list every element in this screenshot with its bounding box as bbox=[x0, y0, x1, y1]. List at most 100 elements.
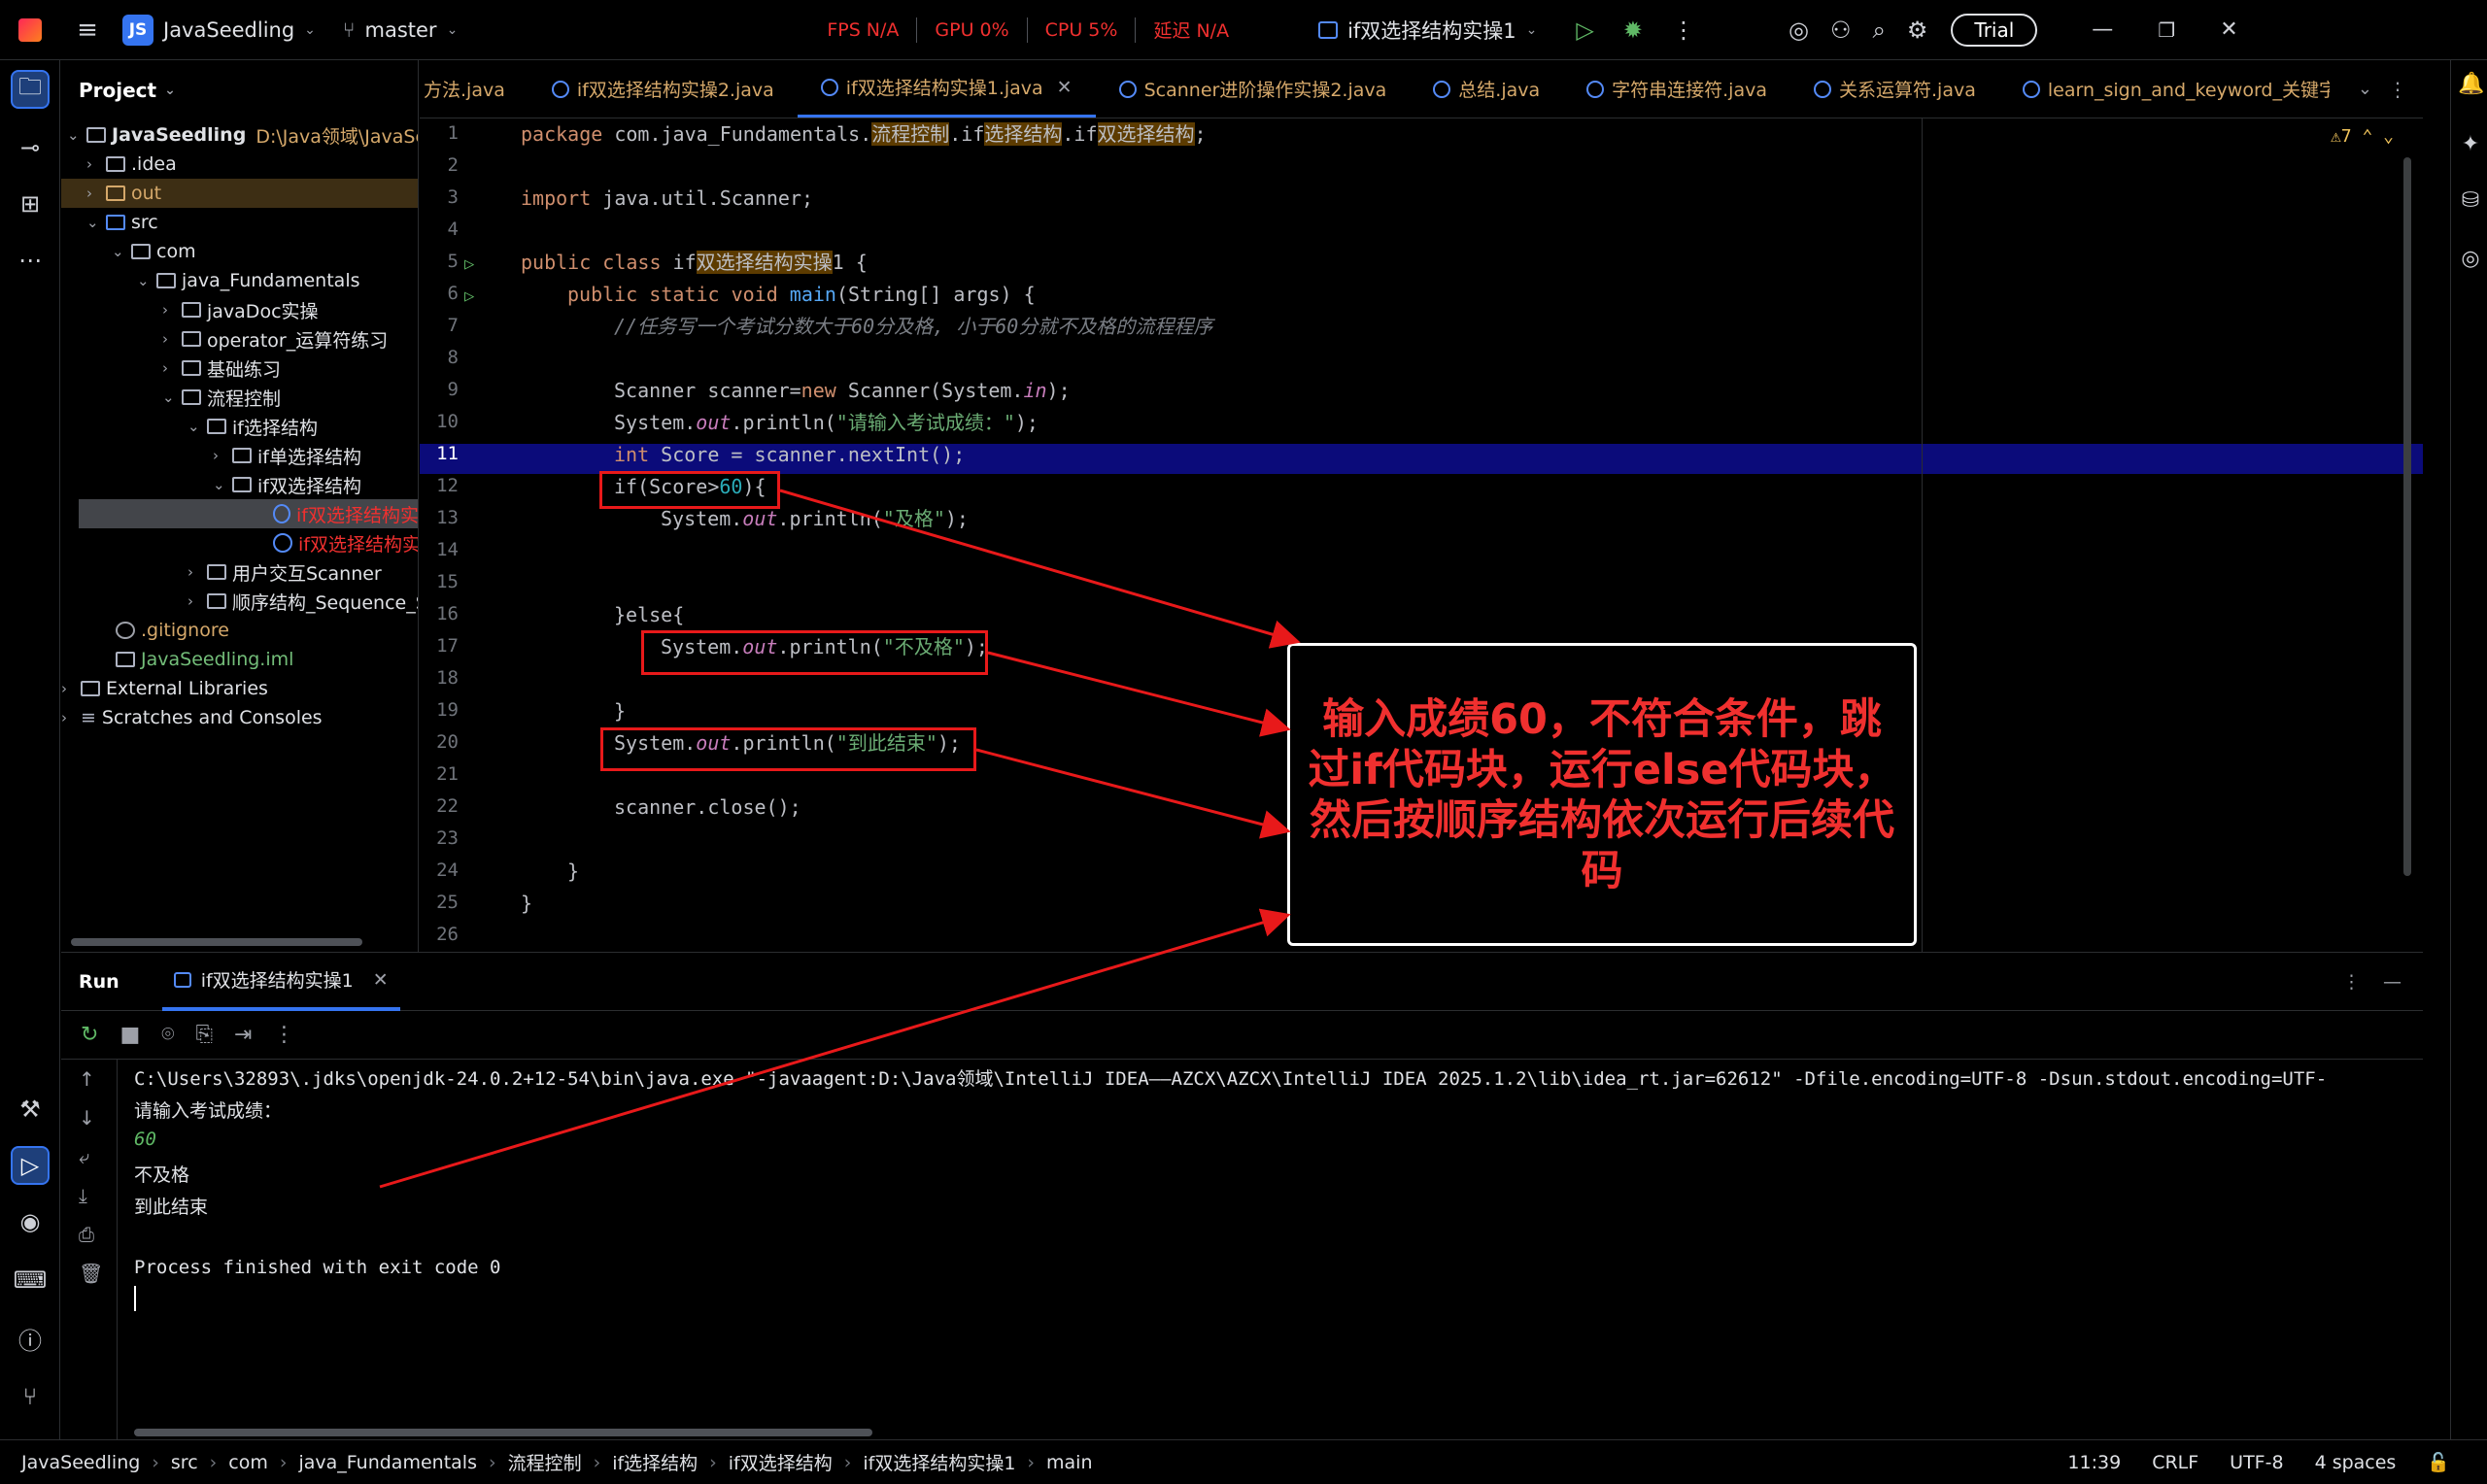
tree-item-src[interactable]: ⌄ src bbox=[86, 208, 158, 237]
run-gutter-icon[interactable]: ▷ bbox=[464, 254, 474, 274]
editor-vscrollbar[interactable] bbox=[2403, 157, 2411, 876]
tab-relational[interactable]: 关系运算符.java bbox=[1790, 60, 1999, 118]
tree-item-sequence[interactable]: › 顺序结构_Sequence_S bbox=[187, 587, 418, 616]
scroll-down-icon[interactable]: ↓ bbox=[79, 1106, 95, 1130]
breadcrumb-item[interactable]: if双选择结构实操1 bbox=[863, 1449, 1015, 1475]
run-panel-options-icon[interactable]: ⋮ bbox=[2342, 971, 2361, 993]
tree-item-external-libraries[interactable]: › External Libraries bbox=[61, 674, 268, 703]
tab-keyword[interactable]: learn_sign_and_keyword_关键字 bbox=[1999, 60, 2353, 118]
console-hscrollbar[interactable] bbox=[134, 1429, 872, 1436]
run-tool-icon[interactable]: ▷ bbox=[11, 1146, 50, 1185]
scroll-to-end-icon[interactable]: ⤓ bbox=[79, 1184, 87, 1207]
scroll-up-icon[interactable]: ↑ bbox=[79, 1067, 95, 1091]
tree-item-com[interactable]: ⌄ com bbox=[112, 237, 196, 266]
tree-item-scratches[interactable]: › ≡ Scratches and Consoles bbox=[61, 703, 323, 732]
tree-item-java-fundamentals[interactable]: ⌄ java_Fundamentals bbox=[137, 266, 360, 295]
more-icon[interactable]: ⋮ bbox=[273, 1023, 294, 1047]
gear-icon[interactable]: ⚙ bbox=[1907, 17, 1928, 44]
breadcrumb-item[interactable]: com bbox=[228, 1452, 268, 1473]
run-tab[interactable]: if双选择结构实操1 ✕ bbox=[161, 953, 400, 1011]
camera-icon[interactable]: ⌾ bbox=[161, 1023, 174, 1047]
tab-string-concat[interactable]: 字符串连接符.java bbox=[1563, 60, 1790, 118]
tree-item-if-double[interactable]: ⌄ if双选择结构 bbox=[213, 470, 361, 499]
more-tools-icon[interactable]: ⋯ bbox=[11, 241, 50, 280]
project-hscrollbar[interactable] bbox=[71, 938, 362, 946]
ai-chat-icon[interactable]: ✦ bbox=[2458, 132, 2483, 157]
close-tab-icon[interactable]: ✕ bbox=[1057, 77, 1073, 98]
tab-summary[interactable]: 总结.java bbox=[1410, 60, 1563, 118]
tree-item-basics[interactable]: › 基础练习 bbox=[162, 354, 281, 383]
git-icon[interactable]: ⑂ bbox=[11, 1377, 50, 1416]
project-switcher[interactable]: JS JavaSeedling ⌄ bbox=[122, 14, 316, 46]
notifications-icon[interactable]: 🔔 bbox=[2458, 72, 2484, 97]
tab-method[interactable]: 方法.java bbox=[420, 60, 528, 118]
tabs-dropdown-icon[interactable]: ⌄ bbox=[2358, 79, 2372, 99]
tree-item-iml[interactable]: JavaSeedling.iml bbox=[116, 645, 293, 674]
breadcrumb-item[interactable]: if选择结构 bbox=[612, 1449, 698, 1475]
tree-item-if-double-1[interactable]: if双选择结构实 bbox=[79, 499, 418, 528]
tree-item-operator[interactable]: › operator_运算符练习 bbox=[162, 324, 388, 354]
ai-assistant-icon[interactable]: ◎ bbox=[1789, 17, 1809, 44]
breadcrumb-item[interactable]: if双选择结构 bbox=[729, 1449, 833, 1475]
debug-icon[interactable]: ✹ bbox=[1623, 17, 1643, 44]
lock-icon[interactable]: 🔓 bbox=[2427, 1451, 2450, 1473]
stop-icon[interactable]: ■ bbox=[119, 1023, 140, 1047]
tab-if-double-2[interactable]: if双选择结构实操2.java bbox=[528, 60, 798, 118]
breadcrumb-item[interactable]: java_Fundamentals bbox=[298, 1452, 477, 1473]
tree-item-gitignore[interactable]: .gitignore bbox=[116, 616, 229, 645]
trash-icon[interactable]: 🗑 bbox=[79, 1262, 103, 1285]
tree-item-out[interactable]: › out bbox=[61, 179, 418, 208]
breadcrumb-item[interactable]: 流程控制 bbox=[508, 1449, 582, 1475]
tree-item-flow-control[interactable]: ⌄ 流程控制 bbox=[162, 383, 281, 412]
export-icon[interactable]: ⇥ bbox=[234, 1023, 252, 1047]
soft-wrap-icon[interactable]: ⤶ bbox=[79, 1145, 89, 1168]
rerun-icon[interactable]: ↻ bbox=[81, 1023, 98, 1047]
caret-position[interactable]: 11:39 bbox=[2067, 1452, 2121, 1473]
tab-scanner[interactable]: Scanner进阶操作实操2.java bbox=[1096, 60, 1411, 118]
tree-item-if-select[interactable]: ⌄ if选择结构 bbox=[187, 412, 318, 441]
breadcrumb-item[interactable]: src bbox=[171, 1452, 198, 1473]
hide-panel-icon[interactable]: — bbox=[2383, 971, 2402, 993]
main-menu-icon[interactable]: ≡ bbox=[60, 16, 115, 45]
problems-icon[interactable]: ⓘ bbox=[11, 1319, 50, 1358]
indent-setting[interactable]: 4 spaces bbox=[2315, 1452, 2397, 1473]
line-number: 14 bbox=[436, 539, 459, 560]
endpoints-icon[interactable]: ◎ bbox=[2458, 247, 2483, 272]
structure-icon[interactable]: ⊞ bbox=[11, 185, 50, 223]
more-actions-icon[interactable]: ⋮ bbox=[1672, 17, 1695, 44]
restore-layout-icon[interactable]: ⎘ bbox=[195, 1023, 213, 1047]
run-gutter-icon[interactable]: ▷ bbox=[464, 287, 474, 306]
branch-switcher[interactable]: ⑂ master ⌄ bbox=[343, 18, 458, 42]
tree-item-root[interactable]: ⌄JavaSeedlingD:\Java领域\JavaSeedl bbox=[67, 120, 418, 150]
run-icon[interactable]: ▷ bbox=[1576, 17, 1593, 44]
tabs-more-icon[interactable]: ⋮ bbox=[2388, 78, 2407, 101]
maximize-icon[interactable]: ❐ bbox=[2158, 18, 2175, 42]
project-tool-icon[interactable]: 🗀 bbox=[11, 70, 50, 109]
minimize-icon[interactable]: — bbox=[2092, 17, 2113, 42]
project-panel-header[interactable]: Project ⌄ bbox=[61, 60, 418, 120]
close-tab-icon[interactable]: ✕ bbox=[373, 969, 389, 991]
tab-if-double-1[interactable]: if双选择结构实操1.java ✕ bbox=[797, 60, 1096, 118]
services-icon[interactable]: ◉ bbox=[11, 1202, 50, 1241]
commit-icon[interactable]: ⊸ bbox=[11, 128, 50, 167]
add-user-icon[interactable]: ⚇ bbox=[1830, 17, 1852, 44]
breadcrumb-item[interactable]: JavaSeedling bbox=[21, 1452, 140, 1473]
terminal-icon[interactable]: ⌨ bbox=[11, 1261, 50, 1299]
trial-button[interactable]: Trial bbox=[1951, 13, 2038, 47]
tree-item-javadoc[interactable]: › javaDoc实操 bbox=[162, 295, 319, 324]
breadcrumb-item[interactable]: main bbox=[1046, 1452, 1092, 1473]
run-config-selector[interactable]: if双选择结构实操1 ⌄ bbox=[1318, 16, 1537, 45]
warnings-indicator[interactable]: ⚠7 ⌃ ⌄ bbox=[2331, 126, 2394, 147]
print-icon[interactable]: ⎙ bbox=[79, 1223, 94, 1246]
line-separator[interactable]: CRLF bbox=[2152, 1452, 2198, 1473]
console-output[interactable]: C:\Users\32893\.jdks\openjdk-24.0.2+12-5… bbox=[134, 1064, 2417, 1414]
tree-item-idea[interactable]: › .idea bbox=[86, 150, 177, 179]
tree-item-if-single[interactable]: › if单选择结构 bbox=[213, 441, 361, 470]
tree-item-if-double-2[interactable]: if双选择结构实 bbox=[273, 528, 418, 557]
tree-item-scanner[interactable]: › 用户交互Scanner bbox=[187, 557, 382, 587]
search-icon[interactable]: ⌕ bbox=[1872, 17, 1885, 44]
database-icon[interactable]: ⛁ bbox=[2458, 188, 2483, 214]
file-encoding[interactable]: UTF-8 bbox=[2230, 1452, 2283, 1473]
close-icon[interactable]: ✕ bbox=[2220, 17, 2237, 42]
build-icon[interactable]: ⚒ bbox=[11, 1090, 50, 1129]
